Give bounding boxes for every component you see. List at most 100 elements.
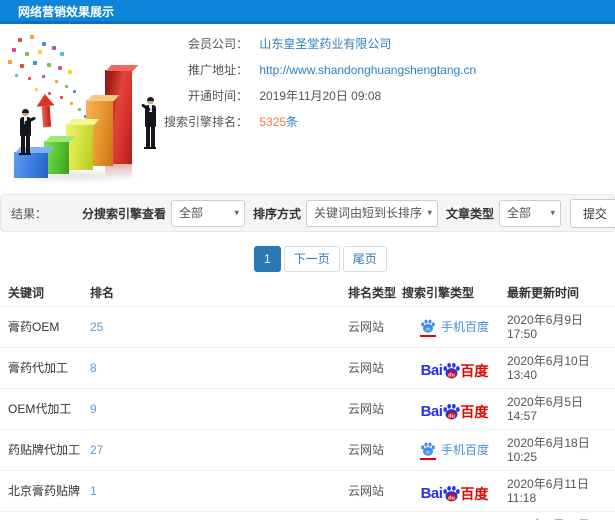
svg-text:du: du <box>449 413 456 419</box>
company-link[interactable]: 山东皇圣堂药业有限公司 <box>259 37 391 51</box>
baidu-paw-icon: du <box>442 402 461 421</box>
updated-text: 2020年6月18日 10:25 <box>507 436 590 464</box>
keyword-text: OEM代加工 <box>8 402 72 416</box>
article-type-select[interactable]: 全部 <box>499 199 561 227</box>
updated-text: 2020年6月10日 13:40 <box>507 354 590 382</box>
mobile-baidu-label: 手机百度 <box>440 320 489 334</box>
rank-type-cell: 云网站 <box>340 511 402 520</box>
rank-link[interactable]: 8 <box>90 361 97 375</box>
rank-type-text: 云网站 <box>348 361 385 375</box>
keyword-cell: OEM代加工 <box>0 388 82 430</box>
updated-cell: 2020年6月18日 10:25 <box>507 429 615 471</box>
rank-link[interactable]: 9 <box>90 402 97 416</box>
baidu-bai-text: Bai <box>420 402 443 420</box>
next-page-button[interactable]: 下一页 <box>283 246 340 272</box>
rank-cell: 27 <box>82 429 340 471</box>
table-header-row: 关键词 排名 排名类型 搜索引擎类型 最新更新时间 <box>0 281 615 307</box>
header-engine-type: 搜索引擎类型 <box>402 286 475 300</box>
engine-select-wrap: 全部 <box>170 199 245 227</box>
engine-rank-unit[interactable]: 条 <box>286 115 298 129</box>
chart-bar-yellow <box>66 124 93 170</box>
updated-text: 2020年6月11日 11:18 <box>507 477 589 505</box>
baidu-cn-text: 百度 <box>460 403 489 420</box>
open-time-row: 开通时间： 2019年11月20日 09:08 <box>136 88 606 104</box>
keyword-cell: 药贴牌代加工 <box>0 429 82 471</box>
businessman-figure-right <box>139 97 161 149</box>
keyword-cell: 枣庄膏药加工 <box>0 511 82 520</box>
baidu-bai-text: Bai <box>420 361 443 379</box>
header-rank: 排名 <box>90 286 115 300</box>
results-table: 关键词 排名 排名类型 搜索引擎类型 最新更新时间 膏药OEM 25 云网站 d… <box>0 281 615 520</box>
chart-bar-blue <box>14 152 48 178</box>
table-row: 膏药OEM 25 云网站 du 手机百度 2020年6月9日 17:50 <box>0 306 615 348</box>
open-time-value: 2019年11月20日 09:08 <box>259 89 382 103</box>
rank-type-cell: 云网站 <box>340 347 402 389</box>
page-title: 网络营销效果展示 <box>18 5 115 19</box>
keyword-cell: 北京膏药贴牌 <box>0 470 82 512</box>
rank-type-cell: 云网站 <box>340 306 402 348</box>
keyword-text: 膏药代加工 <box>8 361 69 375</box>
sort-filter-label: 排序方式 <box>252 206 301 221</box>
submit-button[interactable]: 提交 <box>570 198 615 228</box>
table-row: OEM代加工 9 云网站 Bai du 百度 2020年6月5日 14:57 <box>0 388 615 430</box>
keyword-cell: 膏药代加工 <box>0 347 82 389</box>
updated-cell: 2020年6月10日 13:40 <box>507 347 615 389</box>
article-type-label: 文章类型 <box>445 206 494 221</box>
last-page-button[interactable]: 尾页 <box>342 246 387 272</box>
baidu-paw-icon: du <box>442 361 461 380</box>
svg-text:du: du <box>449 495 456 501</box>
app-header: 网络营销效果展示 <box>0 0 615 24</box>
baidu-bai-text: Bai <box>420 484 443 502</box>
engine-filter-label: 分搜索引擎查看 <box>81 206 166 221</box>
svg-text:du: du <box>425 326 431 331</box>
rank-type-cell: 云网站 <box>340 470 402 512</box>
page-1-button[interactable]: 1 <box>254 246 281 272</box>
rank-link[interactable]: 27 <box>90 443 103 457</box>
engine-rank-count: 5325 <box>259 115 287 129</box>
rank-type-cell: 云网站 <box>340 388 402 430</box>
rank-type-text: 云网站 <box>348 443 385 457</box>
promo-url-link[interactable]: http://www.shandonghuangshengtang.cn <box>259 63 476 77</box>
account-info: 会员公司： 山东皇圣堂药业有限公司 推广地址： http://www.shand… <box>136 36 606 140</box>
keyword-text: 北京膏药贴牌 <box>8 484 81 498</box>
rank-cell: 1 <box>82 470 340 512</box>
table-row: 北京膏药贴牌 1 云网站 Bai du 百度 2020年6月11日 11:18 <box>0 470 615 512</box>
confetti-dots <box>0 30 3 33</box>
rank-type-text: 云网站 <box>348 402 385 416</box>
rank-cell: 25 <box>82 306 340 348</box>
baidu-cn-text: 百度 <box>460 485 489 502</box>
baidu-logo: Bai du 百度 <box>420 359 488 380</box>
table-body: 膏药OEM 25 云网站 du 手机百度 2020年6月9日 17:50 膏药代… <box>0 306 615 520</box>
baidu-logo: Bai du 百度 <box>420 482 489 502</box>
rank-cell: 1,4,6 <box>82 511 340 520</box>
engine-rank-row: 搜索引擎排名： 5325条 <box>136 114 606 130</box>
sort-select-wrap: 关键词由短到长排序 <box>305 199 438 227</box>
updated-cell: 2020年6月5日 14:57 <box>507 388 615 430</box>
engine-select[interactable]: 全部 <box>170 199 245 227</box>
businessman-figure-left <box>15 109 37 155</box>
baidu-paw-icon: du <box>419 441 436 460</box>
rank-type-text: 云网站 <box>348 320 385 334</box>
table-row: 药贴牌代加工 27 云网站 du 手机百度 2020年6月18日 10:25 <box>0 429 615 471</box>
filter-bar: 结果： 分搜索引擎查看 全部 排序方式 关键词由短到长排序 文章类型 全部 提交 <box>0 194 615 232</box>
updated-cell: 2020年6月11日 11:18 <box>507 470 615 512</box>
updated-text: 2020年6月9日 17:50 <box>507 313 584 341</box>
mobile-baidu-logo: du 手机百度 <box>419 318 489 337</box>
result-label: 结果： <box>11 206 48 221</box>
engine-cell: Bai du 百度 <box>402 388 507 430</box>
header-keyword: 关键词 <box>8 286 45 300</box>
sort-select[interactable]: 关键词由短到长排序 <box>305 199 438 227</box>
engine-cell: du 手机百度 <box>402 511 507 520</box>
svg-text:du: du <box>425 449 431 454</box>
updated-cell: 2020年6月9日 17:50 <box>507 306 615 348</box>
mobile-baidu-label: 手机百度 <box>440 443 489 457</box>
rank-link[interactable]: 25 <box>90 320 103 334</box>
rank-link[interactable]: 1 <box>90 484 97 498</box>
engine-cell: Bai du 百度 <box>402 347 507 389</box>
keyword-text: 药贴牌代加工 <box>8 443 81 457</box>
rank-cell: 8 <box>82 347 340 389</box>
engine-cell: du 手机百度 <box>402 429 507 471</box>
rank-type-text: 云网站 <box>348 484 385 498</box>
promo-url-row: 推广地址： http://www.shandonghuangshengtang.… <box>136 62 606 78</box>
baidu-logo: Bai du 百度 <box>420 400 489 421</box>
